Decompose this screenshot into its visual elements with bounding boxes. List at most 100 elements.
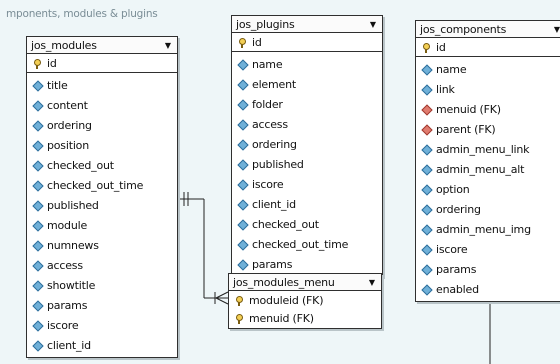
table-jos-modules-menu[interactable]: jos_modules_menu ▼ moduleid (FK) menuid … — [228, 273, 382, 329]
diamond-icon — [33, 101, 42, 110]
er-diagram-canvas: mponents, modules & plugins jos_modules … — [0, 0, 560, 364]
column-row: params — [232, 254, 382, 274]
chevron-down-icon[interactable]: ▼ — [554, 21, 560, 38]
column-row: ordering — [232, 134, 382, 154]
column-row: access — [232, 114, 382, 134]
table-header[interactable]: jos_components ▼ — [416, 21, 560, 38]
column-row: iscore — [232, 174, 382, 194]
column-label: name — [252, 57, 283, 71]
column-row: admin_menu_alt — [416, 159, 560, 179]
column-label: checked_out — [252, 217, 319, 231]
chevron-down-icon[interactable]: ▼ — [165, 37, 171, 54]
column-row: checked_out — [27, 155, 177, 175]
diamond-icon — [33, 281, 42, 290]
diamond-icon — [33, 181, 42, 190]
column-label: content — [47, 98, 88, 112]
rel-many-mark — [215, 291, 229, 299]
table-header[interactable]: jos_plugins ▼ — [232, 16, 382, 33]
column-row: name — [232, 54, 382, 74]
primary-key-row: id — [27, 55, 177, 73]
diamond-icon — [422, 225, 431, 234]
table-jos-plugins[interactable]: jos_plugins ▼ id name element folder acc… — [231, 15, 383, 277]
diamond-icon — [33, 81, 42, 90]
relationship-modules-to-modules-menu — [178, 192, 229, 305]
diamond-icon — [238, 240, 247, 249]
chevron-down-icon[interactable]: ▼ — [369, 274, 375, 291]
column-row: parent (FK) — [416, 119, 560, 139]
column-label: client_id — [252, 197, 296, 211]
column-row: access — [27, 255, 177, 275]
column-label: params — [47, 298, 88, 312]
table-title: jos_components — [420, 22, 507, 36]
diamond-icon — [422, 145, 431, 154]
column-label: option — [436, 182, 470, 196]
diamond-icon — [422, 85, 431, 94]
diamond-icon — [238, 220, 247, 229]
diamond-icon — [238, 160, 247, 169]
column-label: menuid (FK) — [249, 311, 314, 325]
column-row: ordering — [27, 115, 177, 135]
column-row: iscore — [27, 315, 177, 335]
table-title: jos_plugins — [236, 17, 295, 31]
diamond-icon — [33, 141, 42, 150]
column-label: moduleid (FK) — [249, 293, 324, 307]
column-label: published — [47, 198, 99, 212]
column-label: module — [47, 218, 88, 232]
column-label: access — [47, 258, 83, 272]
column-row: checked_out_time — [232, 234, 382, 254]
diamond-icon — [238, 180, 247, 189]
column-label: enabled — [436, 282, 479, 296]
column-label: ordering — [47, 118, 92, 132]
column-row: element — [232, 74, 382, 94]
table-jos-modules[interactable]: jos_modules ▼ id title content ordering … — [26, 36, 178, 358]
column-row: iscore — [416, 239, 560, 259]
diamond-icon — [422, 185, 431, 194]
diamond-icon — [422, 265, 431, 274]
key-icon — [422, 43, 431, 53]
diamond-icon — [422, 285, 431, 294]
column-label: admin_menu_img — [436, 222, 531, 236]
column-row: admin_menu_img — [416, 219, 560, 239]
primary-key-row: id — [232, 34, 382, 52]
diamond-icon — [238, 60, 247, 69]
column-label: ordering — [436, 202, 481, 216]
column-row: admin_menu_link — [416, 139, 560, 159]
column-row: published — [232, 154, 382, 174]
column-row: client_id — [232, 194, 382, 214]
diamond-icon — [238, 100, 247, 109]
diamond-icon — [33, 341, 42, 350]
column-label: link — [436, 82, 455, 96]
column-label: folder — [252, 97, 283, 111]
chevron-down-icon[interactable]: ▼ — [370, 16, 376, 33]
column-label: title — [47, 78, 68, 92]
column-row: params — [27, 295, 177, 315]
diamond-icon — [238, 260, 247, 269]
column-label: iscore — [252, 177, 284, 191]
column-row: menuid (FK) — [416, 99, 560, 119]
table-header[interactable]: jos_modules ▼ — [27, 37, 177, 54]
column-label: ordering — [252, 137, 297, 151]
diamond-icon — [238, 120, 247, 129]
diamond-icon — [33, 301, 42, 310]
column-row: name — [416, 59, 560, 79]
column-label: menuid (FK) — [436, 102, 501, 116]
column-label: params — [436, 262, 477, 276]
column-row: link — [416, 79, 560, 99]
key-icon — [33, 59, 42, 69]
table-header[interactable]: jos_modules_menu ▼ — [229, 274, 381, 291]
column-label: checked_out — [47, 158, 114, 172]
diamond-icon — [238, 140, 247, 149]
column-label: published — [252, 157, 304, 171]
rel-many-mark — [215, 297, 229, 305]
table-jos-components[interactable]: jos_components ▼ id name link menuid (FK… — [415, 20, 560, 302]
column-label: parent (FK) — [436, 122, 496, 136]
column-label: checked_out_time — [47, 178, 144, 192]
column-row: option — [416, 179, 560, 199]
column-row: content — [27, 95, 177, 115]
column-row: published — [27, 195, 177, 215]
column-row: folder — [232, 94, 382, 114]
diamond-icon — [33, 321, 42, 330]
diamond-icon — [422, 65, 431, 74]
column-row: client_id — [27, 335, 177, 355]
column-row: showtitle — [27, 275, 177, 295]
